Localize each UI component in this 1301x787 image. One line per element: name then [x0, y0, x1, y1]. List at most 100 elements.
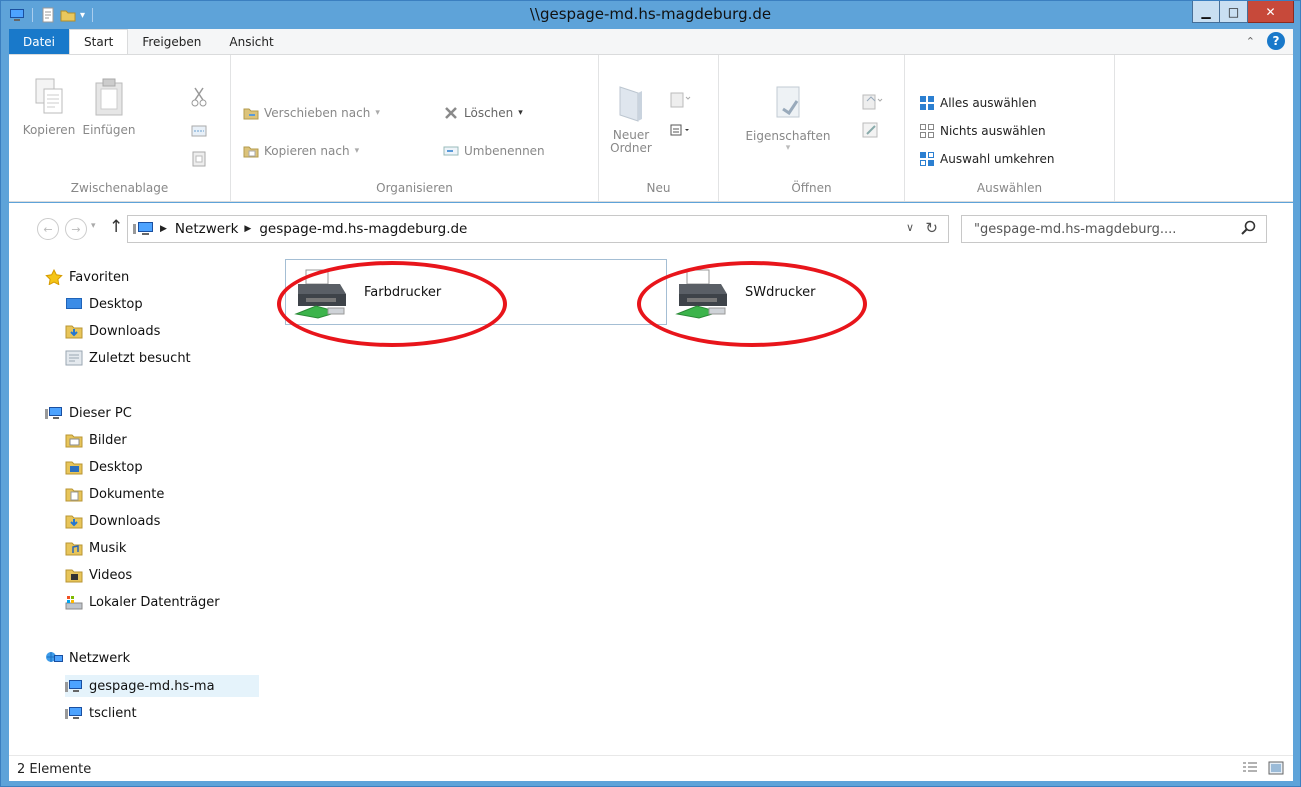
- breadcrumb-separator-icon[interactable]: ▶: [160, 224, 167, 234]
- copy-to-label: Kopieren nach: [264, 144, 350, 158]
- search-input[interactable]: "gespage-md.hs-magdeburg....: [961, 215, 1267, 243]
- easy-access-icon[interactable]: [669, 121, 691, 139]
- new-item-icon[interactable]: [669, 91, 691, 109]
- nav-pc-videos[interactable]: Videos: [65, 567, 132, 583]
- delete-dropdown-icon: ▾: [518, 108, 523, 118]
- maximize-button[interactable]: □: [1220, 1, 1248, 23]
- invert-selection-icon: [920, 152, 934, 166]
- delete-label: Löschen: [464, 106, 514, 120]
- music-icon: [65, 542, 83, 556]
- nav-net-gespage[interactable]: gespage-md.hs-ma: [65, 675, 259, 697]
- search-icon[interactable]: [1240, 220, 1256, 236]
- copy-path-icon[interactable]: [191, 123, 207, 139]
- explorer-window: ▾ \\gespage-md.hs-magdeburg.de ▁ □ ✕ Dat…: [0, 0, 1301, 787]
- nav-fav-downloads[interactable]: Downloads: [65, 323, 160, 339]
- select-all-button[interactable]: Alles auswählen: [919, 95, 1037, 111]
- nav-pc-documents[interactable]: Dokumente: [65, 486, 164, 502]
- collapse-ribbon-icon[interactable]: ⌃: [1246, 35, 1255, 48]
- nav-pc-music-label: Musik: [89, 540, 127, 556]
- local-disk-icon: [65, 596, 83, 610]
- move-to-button[interactable]: Verschieben nach ▾: [243, 105, 380, 121]
- new-folder-button[interactable]: Neuer Ordner: [603, 83, 659, 155]
- content-area: Favoriten Desktop Downloads Zuletzt besu…: [9, 251, 1293, 755]
- select-all-label: Alles auswählen: [940, 96, 1037, 110]
- highlight-ring-farbdrucker: [277, 261, 507, 347]
- tab-freigeben[interactable]: Freigeben: [128, 29, 215, 54]
- select-none-button[interactable]: Nichts auswählen: [919, 123, 1046, 139]
- minimize-button[interactable]: ▁: [1192, 1, 1220, 23]
- breadcrumb-server[interactable]: gespage-md.hs-magdeburg.de: [259, 221, 467, 237]
- nav-fav-recent-label: Zuletzt besucht: [89, 350, 191, 366]
- help-icon[interactable]: ?: [1267, 32, 1285, 50]
- tabs-right: ⌃ ?: [1246, 32, 1285, 50]
- videos-icon: [65, 569, 83, 583]
- delete-button[interactable]: Löschen ▾: [443, 105, 523, 121]
- nav-pc-downloads-label: Downloads: [89, 513, 161, 529]
- tab-ansicht[interactable]: Ansicht: [215, 29, 287, 54]
- group-label-new: Neu: [646, 181, 671, 195]
- ribbon-tabs: Datei Start Freigeben Ansicht ⌃ ?: [9, 29, 1293, 54]
- paste-icon: [95, 78, 123, 116]
- tab-start[interactable]: Start: [69, 29, 129, 54]
- refresh-icon[interactable]: ↻: [925, 219, 938, 237]
- invert-selection-button[interactable]: Auswahl umkehren: [919, 151, 1054, 167]
- properties-button[interactable]: Eigenschaften ▾: [733, 83, 843, 153]
- nav-pc-local-disk[interactable]: Lokaler Datenträger: [65, 594, 220, 610]
- nav-network[interactable]: Netzwerk: [45, 650, 130, 666]
- breadcrumb-network[interactable]: Netzwerk: [175, 221, 239, 237]
- paste-shortcut-icon[interactable]: [191, 151, 207, 167]
- edit-icon[interactable]: [861, 121, 883, 139]
- star-icon: [45, 269, 63, 285]
- paste-label: Einfügen: [82, 123, 136, 137]
- desktop-folder-icon: [65, 461, 83, 475]
- group-open: Eigenschaften ▾ Öffnen: [719, 55, 905, 201]
- nav-pc-local-disk-label: Lokaler Datenträger: [89, 594, 220, 610]
- new-folder-label-line2: Ordner: [610, 141, 652, 155]
- rename-icon: [443, 146, 459, 156]
- nav-pc-downloads[interactable]: Downloads: [65, 513, 160, 529]
- back-button[interactable]: ←: [37, 218, 59, 240]
- cut-icon[interactable]: [191, 87, 207, 107]
- breadcrumb-separator-icon[interactable]: ▶: [244, 224, 251, 234]
- copy-button[interactable]: Kopieren: [19, 77, 79, 137]
- rename-button[interactable]: Umbenennen: [443, 143, 545, 159]
- nav-favorites[interactable]: Favoriten: [45, 269, 129, 285]
- properties-icon: [776, 86, 800, 118]
- view-switcher: [1241, 760, 1285, 776]
- nav-pc-music[interactable]: Musik: [65, 540, 126, 556]
- copy-to-dropdown-icon: ▾: [354, 146, 360, 156]
- tab-datei[interactable]: Datei: [9, 29, 70, 54]
- nav-pc-pictures[interactable]: Bilder: [65, 432, 127, 448]
- recent-locations-dropdown-icon[interactable]: ▾: [91, 221, 96, 231]
- nav-favorites-label: Favoriten: [69, 269, 130, 285]
- paste-button[interactable]: Einfügen: [79, 77, 139, 137]
- large-icons-view-icon[interactable]: [1267, 760, 1285, 776]
- pictures-icon: [65, 434, 83, 448]
- move-to-dropdown-icon: ▾: [375, 108, 380, 118]
- navigation-bar: ← → ▾ ↑ ▶ Netzwerk ▶ gespage-md.hs-magde…: [9, 203, 1293, 251]
- up-button[interactable]: ↑: [109, 217, 123, 237]
- close-button[interactable]: ✕: [1248, 1, 1294, 23]
- nav-fav-desktop-label: Desktop: [89, 296, 143, 312]
- downloads-icon: [65, 515, 83, 529]
- move-to-icon: [243, 108, 259, 120]
- file-list[interactable]: Farbdrucker SWdrucker: [259, 251, 1293, 755]
- group-clipboard: Kopieren Einfügen Zwischenablage: [9, 55, 231, 201]
- forward-button[interactable]: →: [65, 218, 87, 240]
- group-label-select: Auswählen: [976, 181, 1043, 195]
- nav-fav-desktop[interactable]: Desktop: [65, 296, 143, 312]
- computer-icon: [65, 680, 82, 692]
- nav-fav-recent[interactable]: Zuletzt besucht: [65, 350, 191, 366]
- address-dropdown-icon[interactable]: ∨: [906, 221, 914, 234]
- nav-net-tsclient[interactable]: tsclient: [65, 705, 137, 721]
- navigation-pane[interactable]: Favoriten Desktop Downloads Zuletzt besu…: [9, 251, 259, 755]
- title-bar[interactable]: ▾ \\gespage-md.hs-magdeburg.de ▁ □ ✕: [1, 1, 1300, 29]
- nav-network-label: Netzwerk: [69, 650, 131, 666]
- details-view-icon[interactable]: [1241, 760, 1259, 776]
- nav-pc-desktop[interactable]: Desktop: [65, 459, 143, 475]
- nav-this-pc[interactable]: Dieser PC: [45, 405, 132, 421]
- address-bar[interactable]: ▶ Netzwerk ▶ gespage-md.hs-magdeburg.de …: [127, 215, 949, 243]
- nav-this-pc-label: Dieser PC: [69, 405, 132, 421]
- open-icon[interactable]: [861, 93, 883, 111]
- copy-to-button[interactable]: Kopieren nach ▾: [243, 143, 359, 159]
